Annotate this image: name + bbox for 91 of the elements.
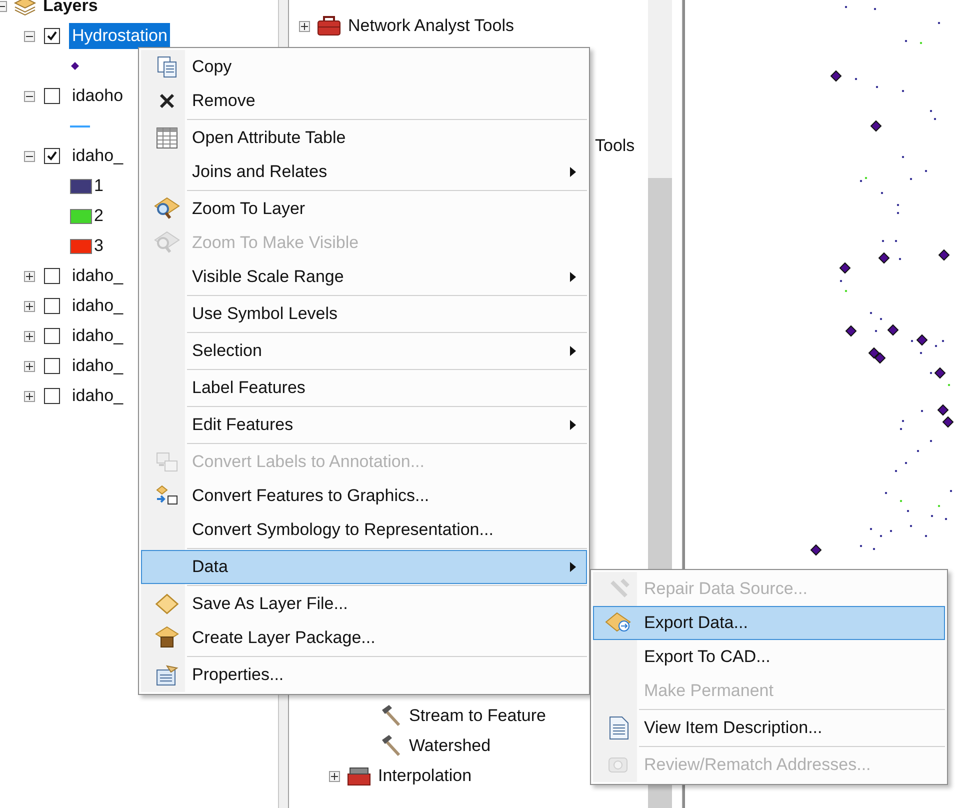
layer-checkbox[interactable]: [44, 268, 60, 284]
point-symbol-icon: [70, 61, 80, 71]
hammer-icon: [379, 734, 403, 758]
collapse-icon[interactable]: [24, 30, 35, 42]
menu-item[interactable]: Edit Features: [141, 408, 587, 442]
tree-item[interactable]: Stream to Feature: [409, 703, 546, 729]
point-marker: [874, 352, 886, 364]
menu-item[interactable]: Open Attribute Table: [141, 121, 587, 155]
submenu-arrow-icon: [570, 420, 576, 430]
diamond-icon: [155, 592, 179, 616]
menu-item[interactable]: Convert Symbology to Representation...: [141, 513, 587, 547]
point-marker: [845, 325, 857, 337]
menu-item[interactable]: Create Layer Package...: [141, 621, 587, 655]
line-symbol-icon: [70, 124, 90, 128]
point-marker: [810, 544, 822, 556]
layer-checkbox[interactable]: [44, 388, 60, 404]
layer-name[interactable]: idaho_: [69, 263, 126, 289]
document-icon: [609, 716, 629, 740]
package-icon: [155, 626, 179, 650]
menu-item[interactable]: Convert Features to Graphics...: [141, 479, 587, 513]
layer-name[interactable]: idaho_: [69, 143, 126, 169]
menu-item[interactable]: View Item Description...: [593, 711, 945, 745]
tree-item[interactable]: Watershed: [409, 733, 491, 759]
expand-icon[interactable]: [24, 270, 35, 282]
point-marker: [916, 334, 928, 346]
layer-name[interactable]: idaho_: [69, 323, 126, 349]
tree-item[interactable]: Tools: [595, 133, 635, 159]
legend-label: 1: [94, 175, 104, 198]
toolbox-icon: [316, 15, 342, 37]
properties-icon: [155, 664, 179, 686]
magnifier-icon: [154, 197, 180, 221]
point-marker: [942, 416, 954, 428]
layer-name[interactable]: Hydrostation: [69, 23, 170, 49]
point-marker: [839, 262, 851, 274]
submenu-arrow-icon: [570, 272, 576, 282]
collapse-icon[interactable]: [24, 90, 35, 102]
toolset-icon: [346, 765, 372, 787]
legend-label: 2: [94, 205, 104, 228]
layer-checkbox[interactable]: [44, 358, 60, 374]
magnifier-icon: [154, 231, 180, 255]
tree-item[interactable]: Network Analyst Tools: [348, 13, 514, 39]
point-marker: [934, 367, 946, 379]
point-marker: [878, 252, 890, 264]
menu-item[interactable]: Joins and Relates: [141, 155, 587, 189]
expand-icon[interactable]: [329, 770, 340, 782]
menu-item[interactable]: Selection: [141, 334, 587, 368]
table-icon: [156, 127, 178, 149]
layer-checkbox[interactable]: [44, 28, 60, 44]
point-marker: [870, 120, 882, 132]
point-marker: [938, 249, 950, 261]
menu-item[interactable]: Copy: [141, 50, 587, 84]
expand-icon[interactable]: [24, 330, 35, 342]
layer-checkbox[interactable]: [44, 298, 60, 314]
export-icon: [605, 612, 633, 634]
layer-checkbox[interactable]: [44, 88, 60, 104]
layer-name[interactable]: idaoho: [69, 83, 126, 109]
menu-item[interactable]: Export Data...: [593, 606, 945, 640]
layer-checkbox[interactable]: [44, 328, 60, 344]
hammer-icon: [379, 704, 403, 728]
layer-name[interactable]: idaho_: [69, 353, 126, 379]
menu-item[interactable]: Save As Layer File...: [141, 587, 587, 621]
menu-item[interactable]: Label Features: [141, 371, 587, 405]
x-icon: [159, 93, 175, 109]
menu-item[interactable]: Properties...: [141, 658, 587, 692]
menu-item[interactable]: Use Symbol Levels: [141, 297, 587, 331]
submenu-arrow-icon: [570, 562, 576, 572]
point-marker: [830, 70, 842, 82]
convert-icon: [155, 485, 179, 507]
submenu-arrow-icon: [570, 346, 576, 356]
expand-icon[interactable]: [299, 20, 310, 32]
point-marker: [937, 404, 949, 416]
layer-name[interactable]: idaho_: [69, 293, 126, 319]
menu-item[interactable]: Export To CAD...: [593, 640, 945, 674]
menu-item[interactable]: Visible Scale Range: [141, 260, 587, 294]
expand-icon[interactable]: [24, 360, 35, 372]
collapse-icon[interactable]: [24, 150, 35, 162]
expand-icon[interactable]: [24, 390, 35, 402]
expand-icon[interactable]: [24, 300, 35, 312]
point-marker: [868, 347, 880, 359]
layer-checkbox[interactable]: [44, 148, 60, 164]
layer-name[interactable]: idaho_: [69, 383, 126, 409]
point-marker: [887, 324, 899, 336]
tree-item[interactable]: Interpolation: [378, 763, 472, 789]
menu-item[interactable]: Remove: [141, 84, 587, 118]
copy-icon: [156, 55, 178, 79]
menu-item[interactable]: Data: [141, 550, 587, 584]
submenu-arrow-icon: [570, 167, 576, 177]
convert-icon: [155, 451, 179, 473]
layers-icon: [13, 0, 37, 16]
legend-label: 3: [94, 235, 104, 258]
menu-item[interactable]: Zoom To Layer: [141, 192, 587, 226]
